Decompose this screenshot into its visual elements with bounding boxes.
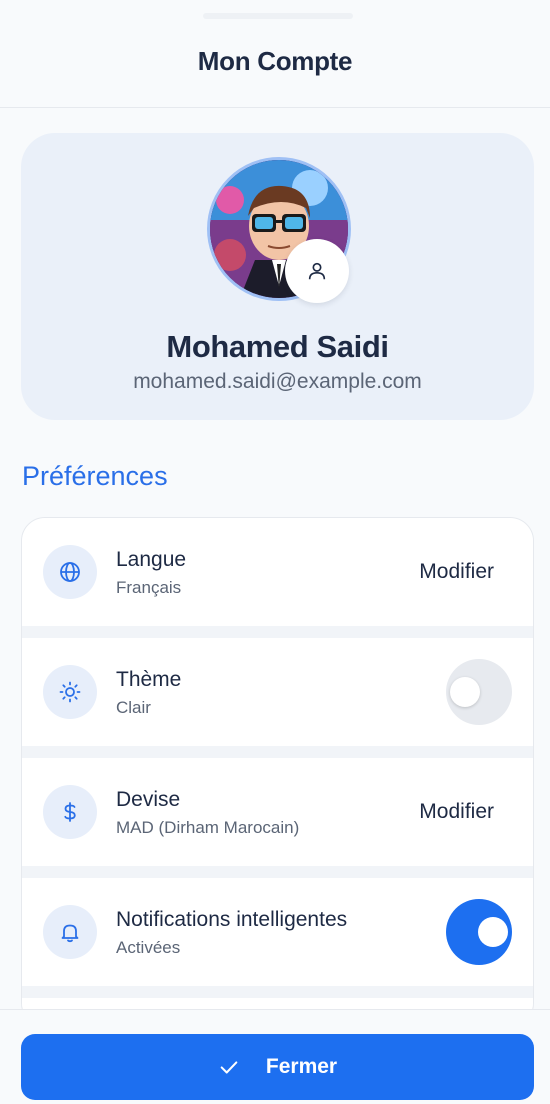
preference-label: Langue xyxy=(116,548,187,571)
user-icon xyxy=(308,262,326,280)
preference-label: Notifications intelligentes xyxy=(116,908,348,931)
modify-language-button[interactable]: Modifier xyxy=(419,560,494,584)
edit-avatar-button[interactable] xyxy=(285,239,349,303)
preference-label: Thème xyxy=(116,668,182,691)
account-sheet: Mon Compte Mohamed Saidi mohamed.saidi@e… xyxy=(0,0,550,1104)
preference-value: MAD (Dirham Marocain) xyxy=(116,818,300,837)
notifications-toggle[interactable] xyxy=(446,899,512,965)
page-title: Mon Compte xyxy=(197,46,353,76)
footer: Fermer xyxy=(0,1009,550,1104)
preference-row-currency[interactable]: Devise MAD (Dirham Marocain) Modifier xyxy=(22,758,533,866)
sun-icon xyxy=(59,681,81,703)
dollar-icon xyxy=(64,802,76,822)
profile-card: Mohamed Saidi mohamed.saidi@example.com xyxy=(21,133,534,420)
preference-value: Clair xyxy=(116,698,151,717)
bell-icon-circle xyxy=(43,905,97,959)
preference-row-theme[interactable]: Thème Clair xyxy=(22,638,533,746)
sun-icon-circle xyxy=(43,665,97,719)
preference-row-notifications[interactable]: Notifications intelligentes Activées xyxy=(22,878,533,986)
bell-icon xyxy=(61,924,79,943)
preference-row-language[interactable]: Langue Français Modifier xyxy=(22,518,533,626)
toggle-knob xyxy=(450,677,480,707)
close-button[interactable]: Fermer xyxy=(21,1034,534,1100)
dollar-icon-circle xyxy=(43,785,97,839)
check-icon xyxy=(220,1061,238,1074)
preferences-title: Préférences xyxy=(22,461,168,491)
header: Mon Compte xyxy=(0,0,550,108)
preference-value: Français xyxy=(116,578,182,597)
theme-toggle[interactable] xyxy=(446,659,512,725)
close-button-label: Fermer xyxy=(265,1055,338,1078)
globe-icon-circle xyxy=(43,545,97,599)
toggle-knob xyxy=(478,917,508,947)
avatar-wrapper xyxy=(207,157,351,303)
preferences-list: Langue Français Modifier Thème Clair Dev… xyxy=(21,517,534,1027)
preference-label: Devise xyxy=(116,788,181,811)
globe-icon xyxy=(60,562,80,582)
profile-name: Mohamed Saidi xyxy=(166,329,389,364)
preference-value: Activées xyxy=(116,938,181,957)
profile-email: mohamed.saidi@example.com xyxy=(133,370,422,393)
modify-currency-button[interactable]: Modifier xyxy=(419,800,494,824)
